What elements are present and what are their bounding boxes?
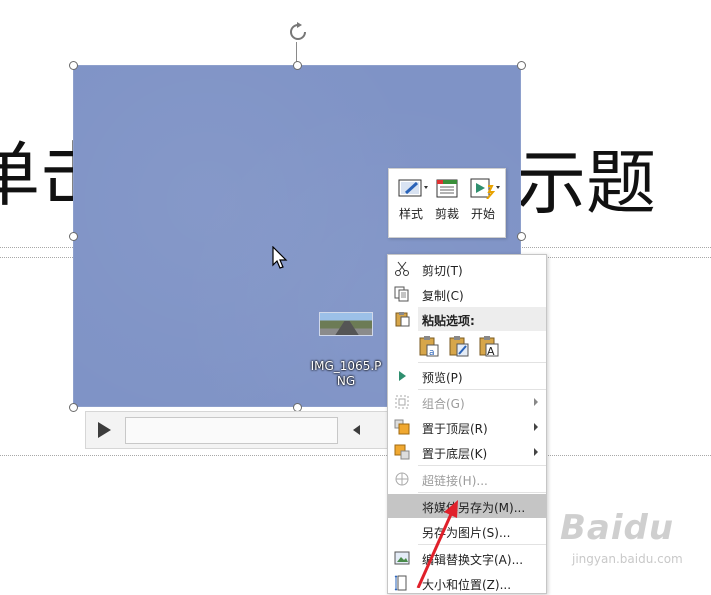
- step-back-icon[interactable]: [353, 425, 360, 435]
- resize-handle-left[interactable]: [69, 232, 78, 241]
- media-thumbnail: [319, 312, 373, 336]
- watermark-url: jingyan.baidu.com: [572, 552, 683, 566]
- resize-handle-top-left[interactable]: [69, 61, 78, 70]
- mouse-cursor-icon: [272, 245, 288, 270]
- menu-item-bring-to-front[interactable]: 置于顶层(R): [388, 415, 546, 439]
- playback-start-icon: [470, 177, 500, 200]
- watermark-logo: Baidu: [560, 508, 675, 548]
- placeholder-guide-bottom: [0, 455, 711, 456]
- resize-handle-right[interactable]: [517, 232, 526, 241]
- paste-keep-format-icon[interactable]: a: [419, 335, 439, 358]
- media-timeline[interactable]: [125, 417, 338, 444]
- video-style-button[interactable]: 样式: [393, 175, 429, 229]
- rotate-icon[interactable]: [288, 22, 308, 42]
- scissors-icon: [394, 261, 410, 277]
- menu-item-cut[interactable]: 剪切(T): [388, 257, 546, 281]
- paste-text-only-icon[interactable]: A: [479, 335, 499, 358]
- hyperlink-icon: [394, 471, 410, 487]
- media-file-name: IMG_1065.P NG: [310, 359, 382, 388]
- copy-icon: [394, 286, 410, 302]
- svg-text:a: a: [429, 348, 435, 357]
- bring-to-front-icon: [394, 419, 410, 435]
- resize-handle-top[interactable]: [293, 61, 302, 70]
- annotation-arrow: [416, 500, 458, 588]
- send-to-back-icon: [394, 444, 410, 460]
- menu-item-preview[interactable]: 预览(P): [388, 364, 546, 388]
- svg-text:A: A: [487, 345, 495, 357]
- group-icon: [394, 394, 410, 410]
- play-icon: [394, 368, 410, 384]
- menu-item-send-to-back[interactable]: 置于底层(K): [388, 440, 546, 464]
- resize-handle-top-right[interactable]: [517, 61, 526, 70]
- menu-item-group[interactable]: 组合(G): [388, 390, 546, 414]
- menu-item-hyperlink[interactable]: 超链接(H)...: [388, 467, 546, 491]
- alt-text-icon: [394, 550, 410, 566]
- mini-toolbar: 样式 剪裁 开始: [388, 168, 506, 238]
- playback-start-button[interactable]: 开始: [465, 175, 501, 229]
- play-icon[interactable]: [98, 422, 111, 438]
- resize-handle-bottom-left[interactable]: [69, 403, 78, 412]
- menu-item-copy[interactable]: 复制(C): [388, 282, 546, 306]
- paste-picture-icon[interactable]: [449, 335, 469, 357]
- trim-video-button[interactable]: 剪裁: [429, 175, 465, 229]
- video-style-icon: [398, 177, 428, 199]
- trim-video-icon: [434, 177, 460, 199]
- submenu-arrow-icon: [534, 448, 538, 456]
- paste-icon: [394, 311, 410, 327]
- paste-options-header: 粘贴选项:: [388, 307, 546, 331]
- submenu-arrow-icon: [534, 423, 538, 431]
- slide-title-right: 示题: [516, 142, 656, 224]
- submenu-arrow-icon: [534, 398, 538, 406]
- size-position-icon: [394, 575, 410, 591]
